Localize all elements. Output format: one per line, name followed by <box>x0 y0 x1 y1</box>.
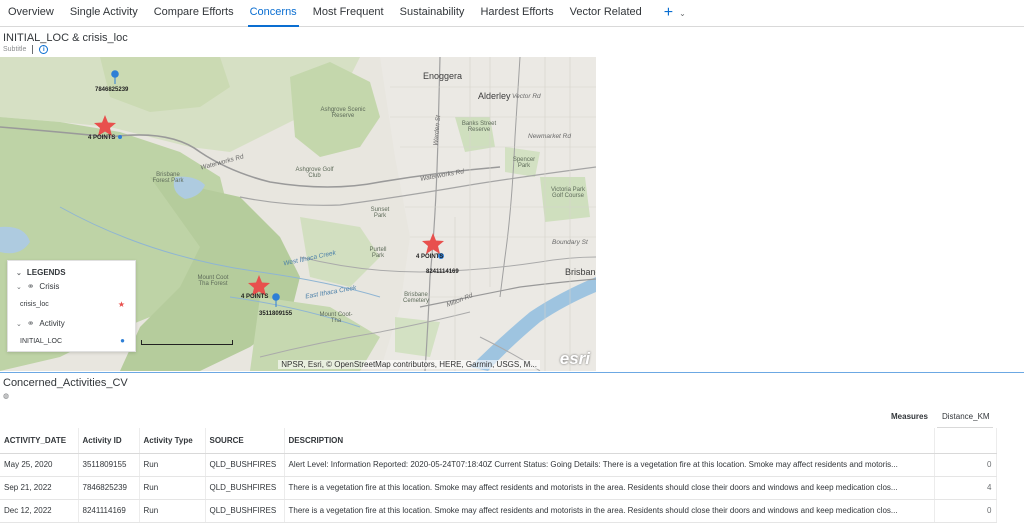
measures-label: Measures <box>891 412 928 421</box>
cell-id: 3511809155 <box>78 453 140 477</box>
cell-source: QLD_BUSHFIRES <box>205 476 285 500</box>
legend-group-activity[interactable]: ⌄ ⚭ Activity <box>16 318 65 329</box>
table-row[interactable]: Sep 21, 2022 7846825239 Run QLD_BUSHFIRE… <box>0 476 997 500</box>
cluster-label: 4 POINTS <box>241 294 269 300</box>
info-icon[interactable]: i <box>39 45 49 54</box>
column-header-measure <box>940 428 997 454</box>
map-subtitle-row: Subtitle i <box>3 45 49 54</box>
map-legend: ⌄ LEGENDS ⌄ ⚭ Crisis crisis_loc ★ ⌄ ⚭ Ac… <box>7 260 136 352</box>
map-subtitle: Subtitle <box>3 46 27 53</box>
cell-type: Run <box>139 476 206 500</box>
legend-title: LEGENDS <box>26 268 66 277</box>
cell-id: 7846825239 <box>78 476 140 500</box>
crisis-star[interactable] <box>94 115 116 136</box>
crisis-star[interactable] <box>422 233 444 254</box>
cluster-label: 4 POINTS <box>88 135 116 141</box>
chevron-down-icon: ⌄ <box>16 283 22 291</box>
chevron-down-icon: ⌄ <box>16 320 22 328</box>
table-filter-icon: ◍ <box>3 393 10 400</box>
esri-logo: esri <box>559 349 590 368</box>
measure-column-header[interactable]: Distance_KM <box>937 409 993 428</box>
column-header[interactable]: SOURCE <box>205 428 285 454</box>
cell-description: There is a vegetation fire at this locat… <box>284 476 935 500</box>
tab-overview[interactable]: Overview <box>0 0 62 26</box>
column-header[interactable]: Activity Type <box>139 428 206 454</box>
tab-compare-efforts[interactable]: Compare Efforts <box>146 0 242 26</box>
widget-divider <box>0 372 1024 373</box>
activity-pin[interactable] <box>118 135 122 139</box>
point-label: 7846825239 <box>95 87 129 93</box>
legend-item-label: INITIAL_LOC <box>20 338 63 345</box>
crisis-star[interactable] <box>248 275 270 296</box>
cell-date: Dec 12, 2022 <box>0 499 79 523</box>
cell-date: May 25, 2020 <box>0 453 79 477</box>
tab-concerns[interactable]: Concerns <box>242 0 305 27</box>
layer-icon: ⚭ <box>26 318 35 328</box>
legend-item-label: crisis_loc <box>20 301 49 308</box>
tab-single-activity[interactable]: Single Activity <box>62 0 146 26</box>
legend-group-label: Activity <box>39 319 65 328</box>
cell-id: 8241114169 <box>78 499 140 523</box>
cell-type: Run <box>139 453 206 477</box>
cell-source: QLD_BUSHFIRES <box>205 499 285 523</box>
cell-distance: 4 <box>940 476 997 500</box>
map-attribution: NPSR, Esri, © OpenStreetMap contributors… <box>278 360 540 369</box>
table-row[interactable]: May 25, 2020 3511809155 Run QLD_BUSHFIRE… <box>0 453 997 477</box>
chevron-down-icon: ⌄ <box>16 269 22 277</box>
subtitle-divider <box>32 45 34 54</box>
table-row[interactable]: Dec 12, 2022 8241114169 Run QLD_BUSHFIRE… <box>0 499 997 523</box>
table-header-row: ACTIVITY_DATE Activity ID Activity Type … <box>0 428 997 454</box>
tab-vector-related[interactable]: Vector Related <box>562 0 650 26</box>
cell-description: Alert Level: Information Reported: 2020-… <box>284 453 935 477</box>
cell-type: Run <box>139 499 206 523</box>
column-header[interactable]: DESCRIPTION <box>284 428 935 454</box>
scale-bar <box>141 340 233 345</box>
cell-distance: 0 <box>940 453 997 477</box>
column-header[interactable]: Activity ID <box>78 428 140 454</box>
chevron-down-icon: ⌄ <box>679 9 686 18</box>
pin-icon: ● <box>120 336 125 345</box>
activity-pin[interactable] <box>272 293 280 307</box>
tab-hardest-efforts[interactable]: Hardest Efforts <box>472 0 561 26</box>
story-tab-bar: Overview Single Activity Compare Efforts… <box>0 0 1024 27</box>
layer-icon: ⚭ <box>26 281 35 291</box>
tab-sustainability[interactable]: Sustainability <box>392 0 473 26</box>
add-page-button[interactable]: + ⌄ <box>650 0 692 26</box>
cell-description: There is a vegetation fire at this locat… <box>284 499 935 523</box>
cell-date: Sep 21, 2022 <box>0 476 79 500</box>
map-title: INITIAL_LOC & crisis_loc <box>3 32 128 44</box>
activity-pin[interactable] <box>111 70 119 84</box>
legend-header[interactable]: ⌄ LEGENDS <box>16 268 66 277</box>
plus-icon: + <box>663 4 674 21</box>
cell-source: QLD_BUSHFIRES <box>205 453 285 477</box>
geo-map[interactable]: Enoggera Alderley Ashgrove Scenic Reserv… <box>0 57 596 371</box>
table-title: Concerned_Activities_CV <box>3 377 128 389</box>
data-table: ACTIVITY_DATE Activity ID Activity Type … <box>0 428 997 523</box>
point-label: 8241114169 <box>426 269 459 275</box>
star-icon: ★ <box>117 300 125 309</box>
column-header[interactable]: ACTIVITY_DATE <box>0 428 79 454</box>
cell-distance: 0 <box>940 499 997 523</box>
cluster-label: 4 POINTS <box>416 254 444 260</box>
legend-group-label: Crisis <box>39 282 60 291</box>
tab-most-frequent[interactable]: Most Frequent <box>305 0 392 26</box>
point-label: 3511809155 <box>259 311 293 317</box>
legend-group-crisis[interactable]: ⌄ ⚭ Crisis <box>16 281 59 292</box>
